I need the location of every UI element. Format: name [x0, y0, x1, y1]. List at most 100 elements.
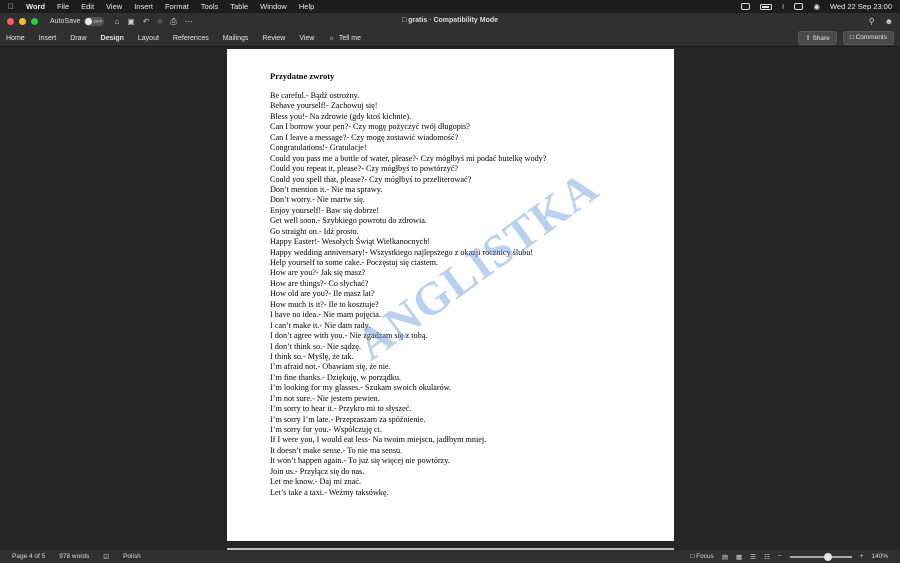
apple-icon[interactable]: : [8, 2, 14, 11]
undo-icon[interactable]: ↶: [143, 17, 150, 26]
autosave-control[interactable]: AutoSave OFF: [50, 17, 105, 26]
phrase-line: I’m afraid not.- Obawiam się, że nie.: [270, 362, 391, 372]
focus-button[interactable]: □ Focus: [690, 553, 713, 560]
close-window-button[interactable]: [7, 18, 14, 25]
proofing-icon[interactable]: ☑: [103, 553, 109, 561]
phrase-line: Get well soon.- Szybkiego powrotu do zdr…: [270, 216, 427, 226]
menu-edit[interactable]: Edit: [81, 2, 94, 11]
status-right: □ Focus ▤ ▦ ☰ ☷ − + 140%: [690, 552, 888, 561]
comment-icon: □: [849, 34, 854, 41]
phrase-line: It doesn’t make sense.- To nie ma sensu.: [270, 445, 403, 455]
minimize-window-button[interactable]: [19, 18, 26, 25]
focus-label: Focus: [696, 553, 714, 560]
menu-insert[interactable]: Insert: [134, 2, 153, 11]
phrase-line: Behave yourself!- Zachowuj się!: [270, 101, 378, 111]
phrase-line: Don’t mention it.- Nie ma sprawy.: [270, 184, 383, 194]
zoom-out-button[interactable]: −: [778, 553, 782, 560]
zoom-level[interactable]: 140%: [871, 553, 888, 560]
phrase-line: Be careful.- Bądź ostrożny.: [270, 91, 360, 100]
phrase-line: Let me know.- Daj mi znać.: [270, 477, 362, 487]
user-icon[interactable]: ☻: [885, 17, 893, 26]
phrase-line: Help yourself to some cake.- Poczęstuj s…: [270, 258, 439, 267]
tab-view[interactable]: View: [299, 35, 314, 42]
tab-design[interactable]: Design: [101, 35, 124, 42]
document-page[interactable]: Przydatne zwroty Be careful.- Bądź ostro…: [227, 49, 674, 541]
zoom-window-button[interactable]: [31, 18, 38, 25]
phrase-line: I’m fine thanks.- Dziękuję, w porządku.: [270, 372, 401, 382]
document-canvas[interactable]: Przydatne zwroty Be careful.- Bądź ostro…: [0, 47, 900, 550]
phrase-line: I have no idea.- Nie mam pojęcia.: [270, 310, 381, 320]
siri-icon[interactable]: ◉: [813, 2, 820, 11]
more-icon[interactable]: ⋯: [185, 17, 193, 26]
phrase-line: I don’t think so.- Nie sądzę.: [270, 341, 362, 351]
battery-icon[interactable]: [759, 3, 772, 10]
control-center-icon[interactable]: [794, 3, 804, 10]
search-icon[interactable]: ⚲: [869, 17, 875, 26]
tab-draw[interactable]: Draw: [70, 35, 86, 42]
phrase-line: Let’s take a taxi.- Weźmy taksówkę.: [270, 487, 389, 497]
phrase-line: Join us.- Przyłącz się do nas.: [270, 466, 365, 476]
print-layout-icon[interactable]: ▤: [722, 553, 728, 561]
phrase-line: How old are you?- Ile masz lat?: [270, 289, 375, 299]
phrase-line: Could you pass me a bottle of water, ple…: [270, 153, 547, 163]
phrase-line: It won’t happen again.- To już się więce…: [270, 456, 450, 466]
tab-review[interactable]: Review: [262, 35, 285, 42]
menu-help[interactable]: Help: [299, 2, 314, 11]
lightbulb-icon: ☼: [328, 34, 335, 42]
tab-mailings[interactable]: Mailings: [223, 35, 249, 42]
draft-view-icon[interactable]: ☷: [764, 553, 770, 561]
outline-view-icon[interactable]: ☰: [750, 553, 756, 561]
print-icon[interactable]: ⎙: [170, 17, 176, 27]
tab-layout[interactable]: Layout: [138, 35, 159, 42]
redo-icon[interactable]: ○: [157, 17, 162, 26]
menu-bar:  Word File Edit View Insert Format Tool…: [0, 0, 900, 13]
phrase-line: I’m not sure.- Nie jestem pewien.: [270, 393, 380, 403]
menubar-datetime[interactable]: Wed 22 Sep 23:00: [830, 2, 892, 11]
tell-me-label: Tell me: [338, 34, 362, 42]
home-icon[interactable]: ⌂: [114, 17, 119, 26]
zoom-slider[interactable]: [789, 552, 852, 561]
compatibility-mode: Compatibility Mode: [433, 17, 499, 24]
tell-me[interactable]: ☼ Tell me: [328, 35, 361, 42]
menu-table[interactable]: Table: [230, 2, 248, 11]
comments-label: Comments: [855, 34, 887, 41]
phrase-line: Happy Easter!- Wesołych Świąt Wielkanocn…: [270, 237, 431, 247]
tab-references[interactable]: References: [173, 35, 209, 42]
title-bar: AutoSave OFF ⌂ ▣ ↶ ○ ⎙ ⋯ □ gratis - Comp…: [0, 13, 900, 30]
document-heading: Przydatne zwroty: [270, 71, 335, 81]
status-bar: Page 4 of 5 978 words ☑ Polish □ Focus ▤…: [0, 550, 900, 563]
tab-home[interactable]: Home: [6, 35, 25, 42]
menu-view[interactable]: View: [106, 2, 122, 11]
phrase-list: Be careful.- Bądź ostrożny. Behave yourse…: [270, 91, 546, 498]
document-title: □ gratis - Compatibility Mode: [0, 17, 900, 24]
phrase-line: I’m looking for my glasses.- Szukam swoi…: [270, 383, 452, 393]
menu-file[interactable]: File: [57, 2, 69, 11]
comments-button[interactable]: □ Comments: [842, 31, 894, 45]
zoom-slider-knob[interactable]: [823, 552, 832, 561]
menu-format[interactable]: Format: [165, 2, 189, 11]
tab-insert[interactable]: Insert: [39, 35, 57, 42]
ribbon-tabs: Home Insert Draw Design Layout Reference…: [0, 30, 900, 47]
phrase-line: If I were you, I would eat less- Na twoi…: [270, 435, 487, 445]
language[interactable]: Polish: [123, 553, 141, 560]
menu-app-name[interactable]: Word: [26, 2, 45, 11]
phrase-line: I’m sorry for you.- Współczuję ci.: [270, 425, 382, 434]
wifi-icon[interactable]: ≀: [782, 2, 785, 11]
web-layout-icon[interactable]: ▦: [736, 553, 742, 561]
word-count[interactable]: 978 words: [59, 553, 89, 560]
phrase-line: Could you spell that, please?- Czy mógłb…: [270, 174, 472, 184]
autosave-toggle[interactable]: OFF: [84, 17, 105, 26]
page-count[interactable]: Page 4 of 5: [12, 553, 45, 560]
phrase-line: Can I leave a message?- Czy mogę zostawi…: [270, 132, 459, 142]
menu-tools[interactable]: Tools: [201, 2, 219, 11]
save-icon[interactable]: ▣: [127, 17, 135, 26]
phrase-line: Don’t worry.- Nie martw się.: [270, 195, 365, 205]
menu-window[interactable]: Window: [260, 2, 287, 11]
phrase-line: Happy wedding anniversary!- Wszystkiego …: [270, 247, 534, 257]
share-icon: ⇧: [805, 35, 811, 42]
zoom-in-button[interactable]: +: [860, 553, 864, 560]
share-button[interactable]: ⇧ Share: [798, 31, 837, 45]
phrase-line: I think so.- Myślę, że tak.: [270, 351, 354, 361]
layout-icon[interactable]: [740, 3, 750, 10]
document-name: gratis: [408, 17, 428, 24]
